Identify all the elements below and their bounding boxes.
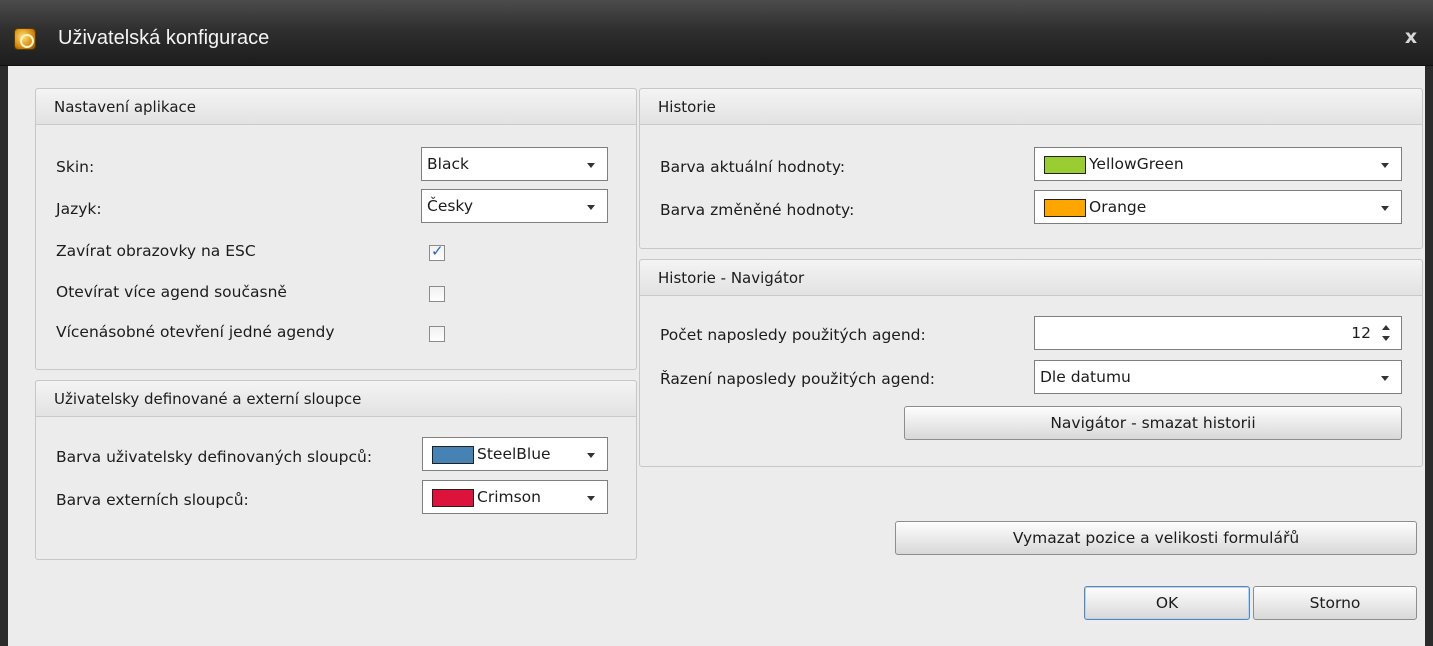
app-settings-group: Nastavení aplikace Skin: Black Jazyk: Če…: [35, 88, 637, 370]
changed-color-combo[interactable]: Orange: [1034, 190, 1402, 224]
multi-open-label: Vícenásobné otevření jedné agendy: [56, 323, 335, 341]
open-multiple-label: Otevírat více agend současně: [56, 283, 287, 301]
changed-color-value: Orange: [1089, 198, 1147, 216]
chevron-down-icon[interactable]: [1381, 376, 1389, 381]
count-value: 12: [1351, 324, 1371, 342]
clear-navigator-button[interactable]: Navigátor - smazat historii: [904, 406, 1402, 440]
title-bar[interactable]: Uživatelská konfigurace x: [0, 0, 1433, 66]
app-gear-icon: [14, 28, 36, 50]
spin-down-icon[interactable]: [1382, 336, 1390, 341]
user-columns-header: Uživatelsky definované a externí sloupce: [36, 381, 636, 417]
open-multiple-checkbox[interactable]: [429, 286, 445, 302]
sort-label: Řazení naposledy použitých agend:: [660, 370, 936, 388]
user-color-value: SteelBlue: [477, 445, 551, 463]
count-spinner[interactable]: 12: [1034, 316, 1402, 350]
multi-open-checkbox[interactable]: [429, 326, 445, 342]
skin-combo[interactable]: Black: [421, 147, 608, 181]
chevron-down-icon[interactable]: [587, 205, 595, 210]
user-columns-group: Uživatelsky definované a externí sloupce…: [35, 380, 637, 560]
chevron-down-icon[interactable]: [1381, 206, 1389, 211]
external-color-label: Barva externích sloupců:: [56, 491, 249, 509]
close-icon[interactable]: x: [1399, 25, 1423, 49]
sort-value: Dle datumu: [1040, 368, 1131, 386]
current-color-value: YellowGreen: [1089, 155, 1184, 173]
user-color-combo[interactable]: SteelBlue: [422, 437, 608, 471]
close-esc-checkbox[interactable]: ✓: [429, 242, 445, 261]
cancel-button[interactable]: Storno: [1253, 586, 1417, 620]
external-color-value: Crimson: [477, 488, 541, 506]
history-header: Historie: [640, 89, 1422, 125]
reset-layout-button[interactable]: Vymazat pozice a velikosti formulářů: [895, 521, 1417, 555]
navigator-header: Historie - Navigátor: [640, 260, 1422, 296]
chevron-down-icon[interactable]: [1381, 163, 1389, 168]
chevron-down-icon[interactable]: [587, 163, 595, 168]
skin-value: Black: [427, 155, 469, 173]
user-color-label: Barva uživatelsky definovaných sloupců:: [56, 448, 373, 466]
current-color-label: Barva aktuální hodnoty:: [660, 158, 846, 176]
count-label: Počet naposledy použitých agend:: [660, 326, 926, 344]
config-window: Uživatelská konfigurace x Nastavení apli…: [0, 0, 1433, 646]
ok-button[interactable]: OK: [1084, 586, 1250, 620]
orange-swatch: [1044, 199, 1086, 217]
sort-combo[interactable]: Dle datumu: [1034, 360, 1402, 394]
yellowgreen-swatch: [1044, 156, 1086, 174]
crimson-swatch: [432, 489, 474, 507]
chevron-down-icon[interactable]: [587, 453, 595, 458]
language-value: Česky: [427, 197, 474, 215]
history-group: Historie Barva aktuální hodnoty: YellowG…: [639, 88, 1423, 249]
changed-color-label: Barva změněné hodnoty:: [660, 201, 855, 219]
current-color-combo[interactable]: YellowGreen: [1034, 147, 1402, 181]
steelblue-swatch: [432, 446, 474, 464]
window-title: Uživatelská konfigurace: [58, 27, 270, 49]
external-color-combo[interactable]: Crimson: [422, 480, 608, 514]
app-settings-header: Nastavení aplikace: [36, 89, 636, 125]
language-combo[interactable]: Česky: [421, 189, 608, 223]
check-icon: ✓: [431, 242, 444, 260]
chevron-down-icon[interactable]: [587, 496, 595, 501]
skin-label: Skin:: [56, 158, 95, 176]
close-esc-label: Zavírat obrazovky na ESC: [56, 242, 256, 260]
navigator-group: Historie - Navigátor Počet naposledy pou…: [639, 259, 1423, 467]
spin-up-icon[interactable]: [1382, 325, 1390, 330]
language-label: Jazyk:: [56, 200, 102, 218]
